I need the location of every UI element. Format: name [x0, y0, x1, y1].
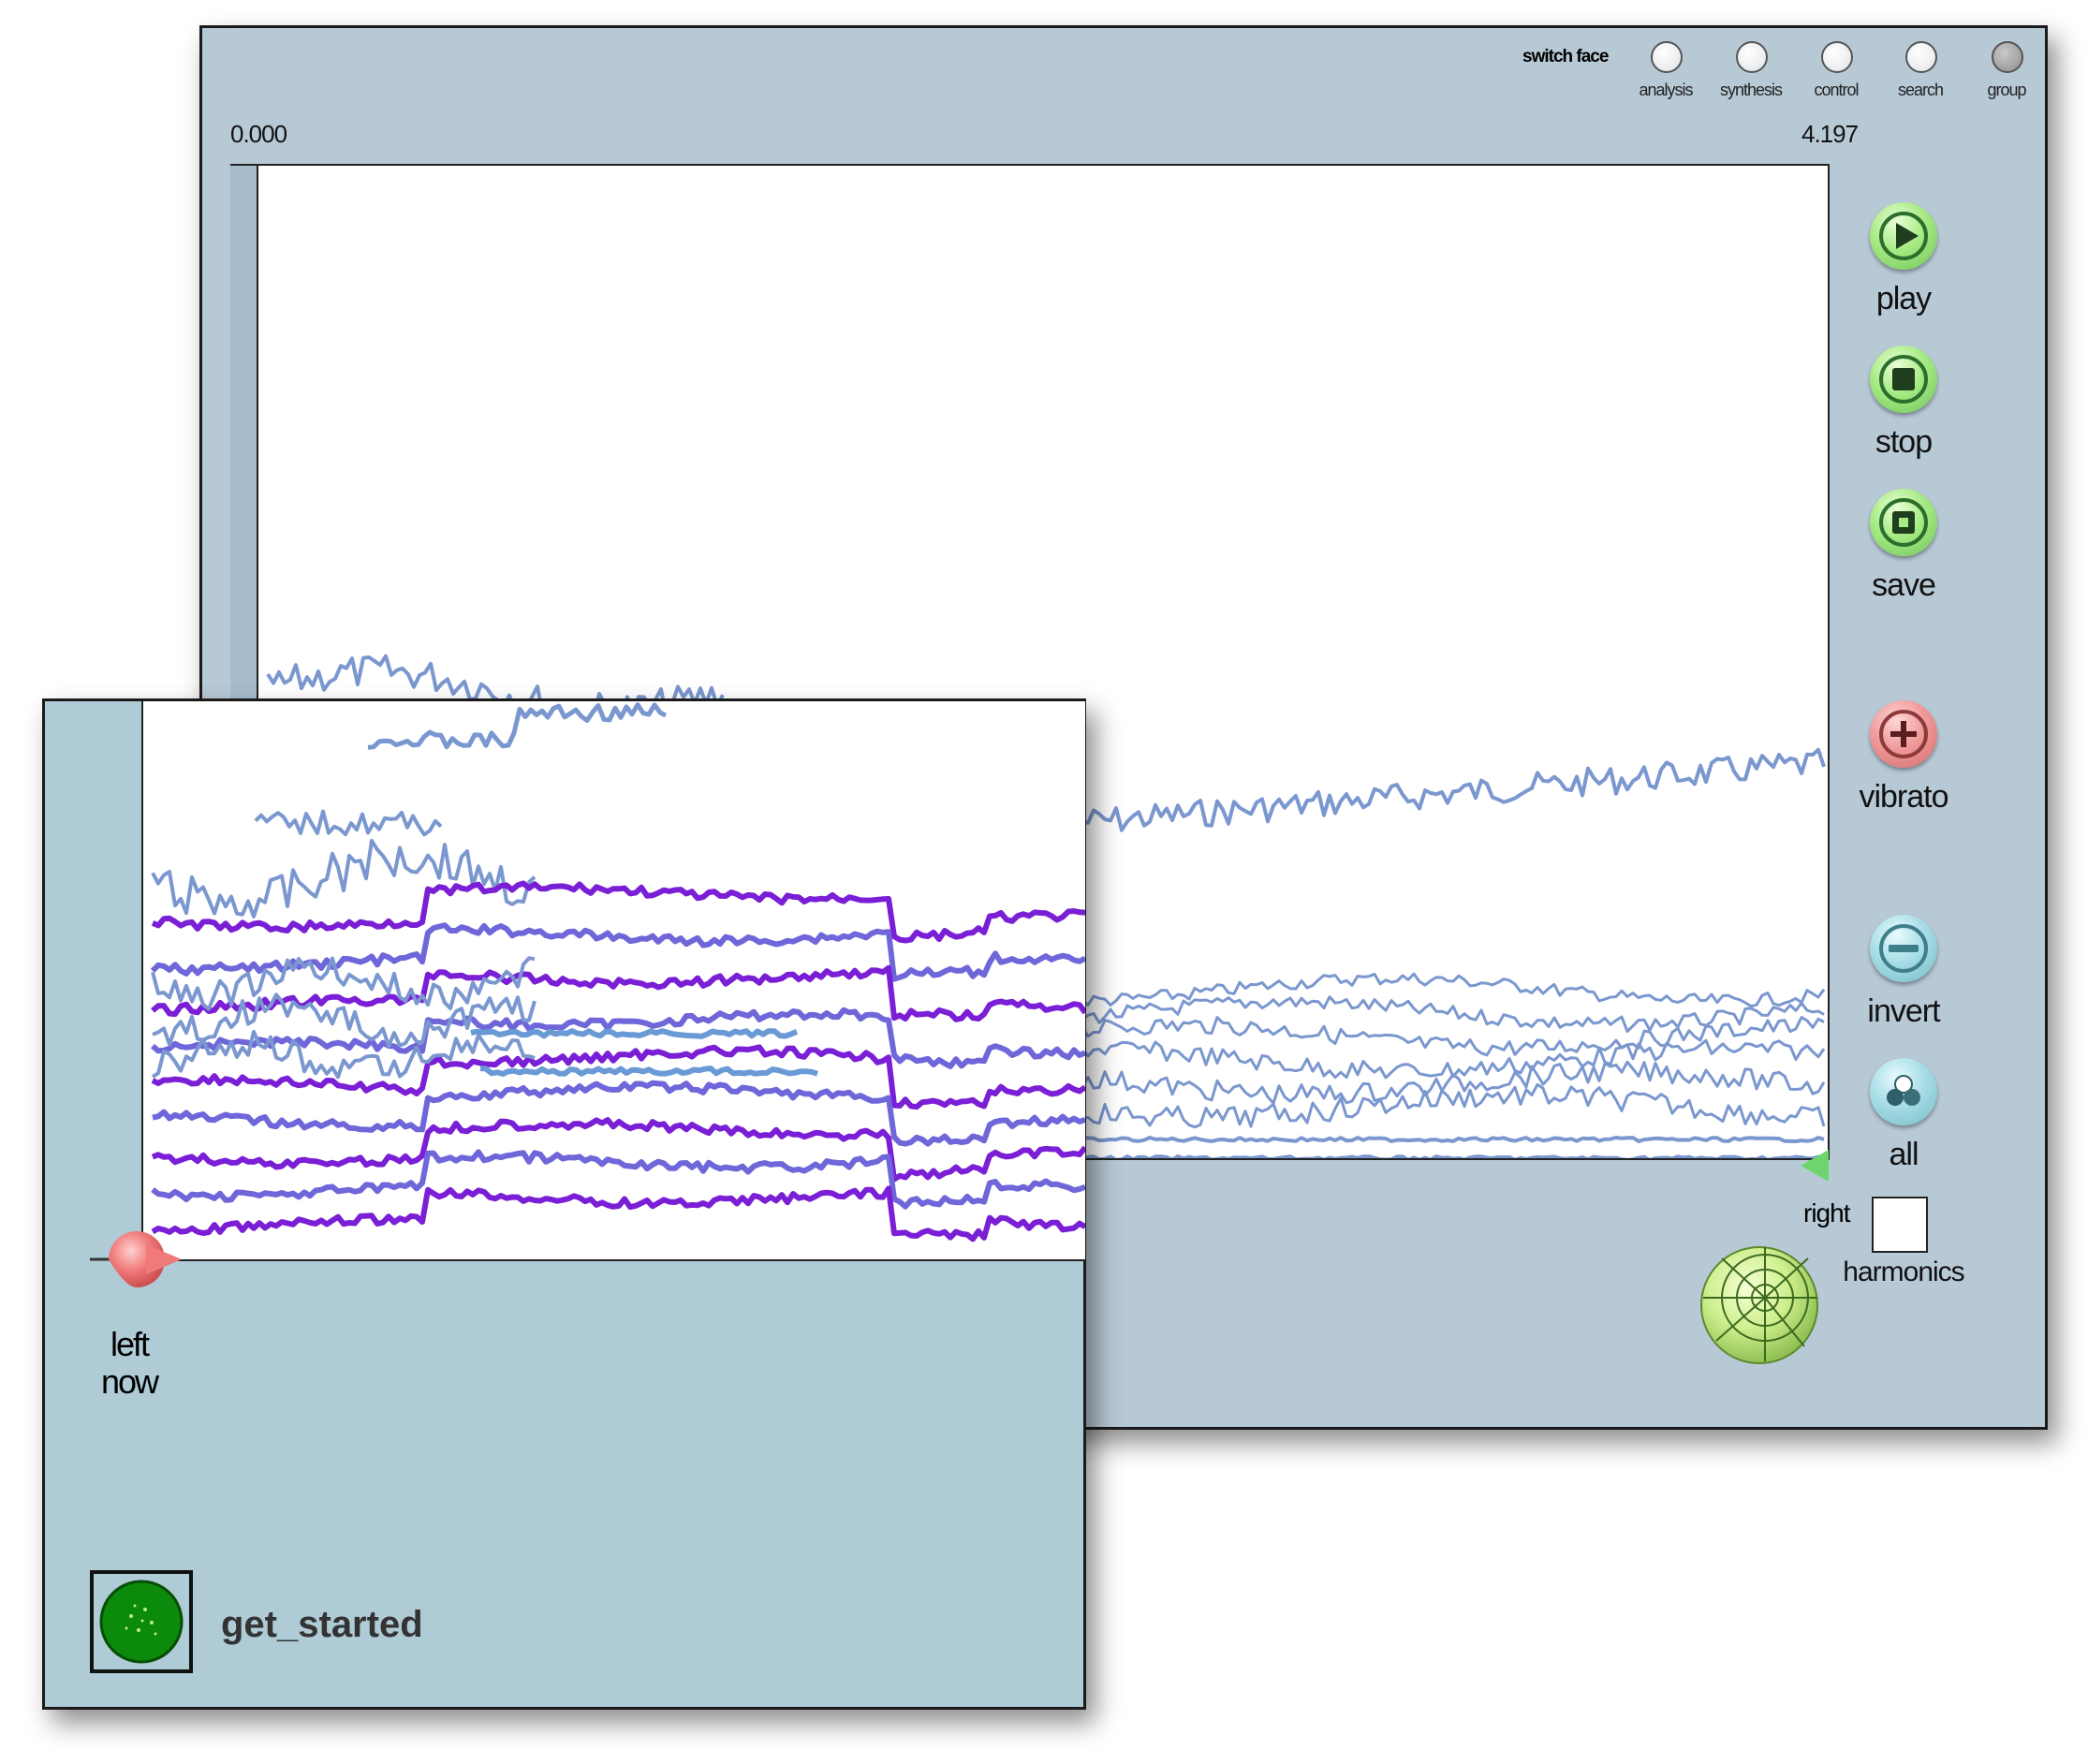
- partial-trace: [1081, 747, 1826, 832]
- harmonics-label: harmonics: [1843, 1257, 1964, 1287]
- partial-trace: [151, 880, 1085, 944]
- save-icon: [1879, 498, 1928, 547]
- partial-trace: [1081, 1154, 1825, 1158]
- partial-trace: [470, 1028, 799, 1039]
- left-label: left: [110, 1325, 150, 1363]
- partial-trace: [1081, 1060, 1826, 1105]
- stop-label: stop: [1875, 424, 1933, 460]
- face-label-control: control: [1814, 81, 1859, 99]
- partial-trace: [1081, 1082, 1826, 1129]
- partial-trace: [151, 1149, 1085, 1210]
- face-label-analysis: analysis: [1639, 81, 1693, 99]
- all-icon: [1887, 1075, 1920, 1106]
- time-end-label: 4.197: [1801, 120, 1859, 148]
- invert-label: invert: [1867, 993, 1940, 1029]
- partial-trace: [1081, 1136, 1825, 1143]
- face-label-search: search: [1897, 81, 1944, 99]
- partial-trace: [479, 1066, 818, 1077]
- face-radio-analysis[interactable]: [1651, 41, 1683, 73]
- partial-trace: [367, 702, 668, 750]
- save-label: save: [1872, 567, 1936, 603]
- face-radio-synthesis[interactable]: [1736, 41, 1768, 73]
- vibrato-button[interactable]: [1870, 700, 1937, 768]
- right-label: right: [1803, 1198, 1850, 1227]
- play-button[interactable]: [1870, 202, 1937, 270]
- time-start-label: 0.000: [230, 120, 287, 148]
- play-icon: [1879, 212, 1928, 260]
- face-radio-search[interactable]: [1905, 41, 1937, 73]
- left-marker-icon[interactable]: [90, 1220, 202, 1304]
- face-radio-group[interactable]: [1992, 41, 2023, 73]
- vibrato-label: vibrato: [1859, 779, 1948, 815]
- all-button[interactable]: [1870, 1058, 1937, 1125]
- invert-button[interactable]: [1870, 915, 1937, 982]
- partial-trace: [254, 809, 443, 837]
- overlay-window: left now get_started: [42, 698, 1086, 1710]
- stop-icon: [1879, 355, 1928, 404]
- harmonics-checkbox[interactable]: [1872, 1197, 1928, 1253]
- vibrato-icon: [1879, 710, 1928, 758]
- partial-trace: [151, 1117, 1085, 1183]
- partial-trace: [1081, 995, 1825, 1033]
- play-label: play: [1875, 281, 1932, 316]
- partial-trace: [151, 838, 537, 919]
- partial-trace: [152, 1080, 1085, 1147]
- overlay-partials-traces: [150, 702, 1085, 1242]
- face-label-synthesis: synthesis: [1719, 81, 1783, 99]
- face-label-group: group: [1987, 81, 2026, 99]
- overlay-time-gutter: [45, 701, 141, 1259]
- face-radio-control[interactable]: [1821, 41, 1853, 73]
- now-label: now: [100, 1362, 159, 1401]
- get-started-label: get_started: [221, 1604, 423, 1645]
- globe-icon[interactable]: [1694, 1240, 1825, 1371]
- partial-trace: [151, 964, 1085, 1022]
- partial-trace: [151, 1044, 1085, 1110]
- overlay-partials-plot[interactable]: [141, 701, 1085, 1261]
- get-started-icon: [99, 1580, 184, 1664]
- invert-icon: [1879, 924, 1928, 973]
- get-started-button[interactable]: [90, 1570, 193, 1673]
- switch-face-label: switch face: [1522, 47, 1609, 66]
- save-button[interactable]: [1870, 489, 1937, 556]
- all-label: all: [1889, 1137, 1919, 1172]
- stop-button[interactable]: [1870, 345, 1937, 413]
